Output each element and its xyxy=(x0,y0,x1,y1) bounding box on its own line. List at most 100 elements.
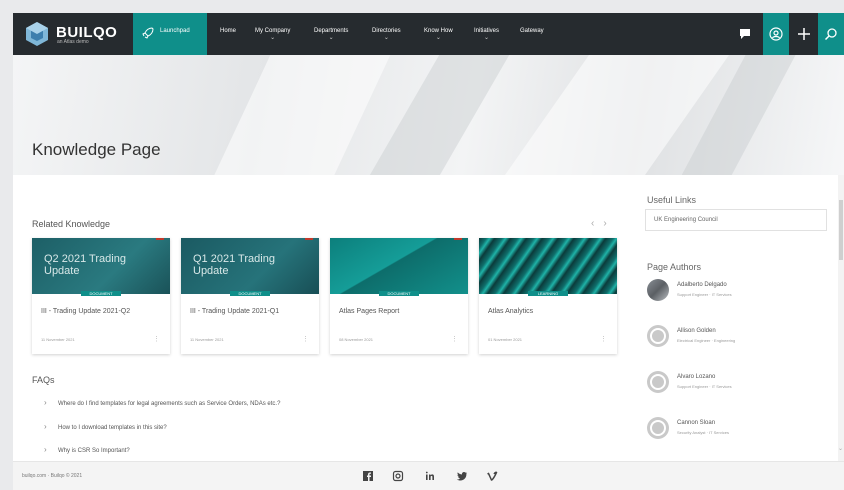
twitter-icon[interactable] xyxy=(456,470,468,482)
more-options-icon[interactable]: ⋮ xyxy=(600,335,607,343)
nav-launchpad[interactable]: Launchpad xyxy=(133,13,207,55)
chevron-right-icon: › xyxy=(44,445,47,454)
search-button[interactable] xyxy=(818,13,844,55)
search-icon xyxy=(824,28,837,41)
brand-logo[interactable]: BUILQO an Atlas demo xyxy=(23,20,133,48)
card-title: Atlas Analytics xyxy=(488,308,534,315)
author-role: Security Analyst · IT Services xyxy=(677,430,729,435)
chevron-right-icon[interactable]: › xyxy=(603,218,606,229)
author-role: Support Engineer · IT Services xyxy=(677,384,732,389)
knowledge-card[interactable]: Q2 2021 Trading Update DOCUMENT III - Tr… xyxy=(32,238,170,354)
avatar xyxy=(647,279,669,301)
facebook-icon[interactable] xyxy=(362,470,374,482)
faqs-title: FAQs xyxy=(32,375,55,385)
avatar xyxy=(647,371,669,393)
nav-gateway-label: Gateway xyxy=(520,28,544,34)
author-item[interactable]: Alvaro Lozano Support Engineer · IT Serv… xyxy=(647,371,827,395)
chat-button[interactable] xyxy=(732,13,758,55)
instagram-icon[interactable] xyxy=(392,470,404,482)
nav-my-company-label: My Company xyxy=(255,28,291,34)
author-item[interactable]: Adalberto Delgado Support Engineer · IT … xyxy=(647,279,827,303)
card-date: 11 November 2021 xyxy=(41,337,75,342)
page-title: Knowledge Page xyxy=(32,140,161,159)
brand-mark-icon xyxy=(26,22,48,46)
user-placeholder-icon xyxy=(650,420,666,436)
user-placeholder-icon xyxy=(650,374,666,390)
card-thumbnail-line: Update xyxy=(193,265,229,277)
card-title: III - Trading Update 2021-Q2 xyxy=(41,308,131,315)
nav-departments[interactable]: Departments ⌄ xyxy=(314,28,348,41)
card-tag: DOCUMENT xyxy=(379,291,419,296)
linkedin-icon[interactable] xyxy=(424,470,436,482)
author-name: Alvaro Lozano xyxy=(677,374,716,380)
scroll-down-icon[interactable]: ⌄ xyxy=(838,445,843,452)
card-thumbnail-line: Q1 2021 Trading xyxy=(193,253,275,265)
avatar xyxy=(647,325,669,347)
page-frame: BUILQO an Atlas demo Launchpad Home My C… xyxy=(13,13,844,490)
faq-item[interactable]: › How to I download templates in this sit… xyxy=(44,422,167,431)
card-thumbnail-title: Q1 2021 Trading Update xyxy=(193,253,293,277)
card-date: 08 November 2021 xyxy=(339,337,374,342)
nav-initiatives[interactable]: Initiatives ⌄ xyxy=(474,28,499,41)
card-date: 11 November 2021 xyxy=(190,337,224,342)
nav-directories[interactable]: Directories ⌄ xyxy=(372,28,401,41)
plus-icon xyxy=(798,28,810,40)
footer-copyright: builqo.com · Builqo © 2021 xyxy=(22,473,83,479)
vimeo-icon[interactable] xyxy=(486,470,498,482)
rocket-icon xyxy=(142,27,154,39)
nav-know-how-label: Know How xyxy=(424,28,453,34)
chat-icon xyxy=(740,29,750,39)
author-role: Support Engineer · IT Services xyxy=(677,292,732,297)
nav-home-label: Home xyxy=(220,28,237,34)
author-item[interactable]: Cannon Sloan Security Analyst · IT Servi… xyxy=(647,417,827,441)
faq-question: Where do I find templates for legal agre… xyxy=(58,401,281,407)
chevron-right-icon: › xyxy=(44,398,47,407)
more-options-icon[interactable]: ⋮ xyxy=(302,335,309,343)
author-item[interactable]: Allison Golden Electrical Engineer · Eng… xyxy=(647,325,827,349)
footer: builqo.com · Builqo © 2021 xyxy=(13,461,844,490)
author-role: Electrical Engineer · Engineering xyxy=(677,338,736,343)
knowledge-card[interactable]: LEARNING Atlas Analytics 01 November 202… xyxy=(479,238,617,354)
avatar xyxy=(647,417,669,439)
chevron-down-icon: ⌄ xyxy=(383,35,389,41)
card-thumbnail: Q2 2021 Trading Update xyxy=(32,238,170,294)
more-options-icon[interactable]: ⋮ xyxy=(451,335,458,343)
more-options-icon[interactable]: ⋮ xyxy=(153,335,160,343)
card-thumbnail xyxy=(479,238,617,294)
card-tag: DOCUMENT xyxy=(81,291,121,296)
hero-decoration xyxy=(186,55,400,175)
user-placeholder-icon xyxy=(650,328,666,344)
useful-link-label: UK Engineering Council xyxy=(654,217,718,223)
chevron-left-icon[interactable]: ‹ xyxy=(591,218,594,229)
knowledge-card[interactable]: DOCUMENT Atlas Pages Report 08 November … xyxy=(330,238,468,354)
author-name: Allison Golden xyxy=(677,328,716,334)
brand-tagline: an Atlas demo xyxy=(57,39,89,45)
faq-item[interactable]: › Where do I find templates for legal agr… xyxy=(44,398,280,407)
profile-button[interactable] xyxy=(763,13,789,55)
top-nav: BUILQO an Atlas demo Launchpad Home My C… xyxy=(13,13,844,55)
related-knowledge-title: Related Knowledge xyxy=(32,219,111,229)
nav-initiatives-label: Initiatives xyxy=(474,28,500,34)
faq-question: How to I download templates in this site… xyxy=(58,425,167,431)
chevron-down-icon: ⌄ xyxy=(270,35,276,41)
scrollbar[interactable] xyxy=(838,175,844,465)
knowledge-card[interactable]: Q1 2021 Trading Update DOCUMENT III - Tr… xyxy=(181,238,319,354)
nav-my-company[interactable]: My Company ⌄ xyxy=(255,28,290,41)
chevron-down-icon: ⌄ xyxy=(328,35,334,41)
card-thumbnail-line: Update xyxy=(44,265,80,277)
card-flag xyxy=(156,238,164,240)
card-thumbnail xyxy=(330,238,468,294)
card-thumbnail: Q1 2021 Trading Update xyxy=(181,238,319,294)
nav-home[interactable]: Home xyxy=(220,28,236,34)
card-date: 01 November 2021 xyxy=(488,337,523,342)
useful-links-title: Useful Links xyxy=(647,195,697,205)
useful-link[interactable]: UK Engineering Council xyxy=(645,209,827,231)
add-button[interactable] xyxy=(791,13,817,55)
nav-directories-label: Directories xyxy=(372,28,401,34)
scrollbar-thumb[interactable] xyxy=(839,200,843,260)
user-circle-icon xyxy=(769,27,783,41)
faq-item[interactable]: › Why is CSR So Important? xyxy=(44,445,130,454)
nav-know-how[interactable]: Know How ⌄ xyxy=(424,28,453,41)
hero-banner: Knowledge Page xyxy=(13,55,844,175)
nav-gateway[interactable]: Gateway xyxy=(520,28,544,34)
